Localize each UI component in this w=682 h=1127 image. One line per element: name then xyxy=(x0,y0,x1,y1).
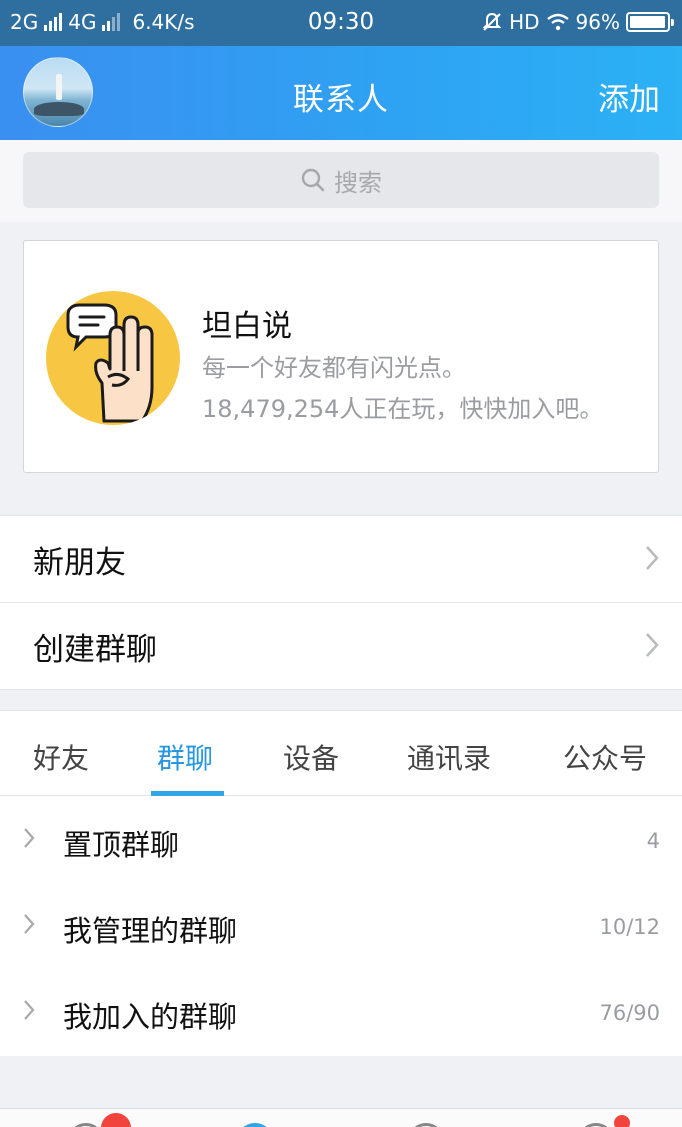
mute-bell-icon xyxy=(482,12,502,31)
page-title: 联系人 xyxy=(293,82,389,118)
tab-friends[interactable]: 好友 xyxy=(33,737,89,777)
chevron-right-icon xyxy=(646,546,659,570)
card-subtitle: 每一个好友都有闪光点。 xyxy=(202,354,466,382)
search-area: 搜索 xyxy=(0,140,682,222)
tab-groups[interactable]: 群聊 xyxy=(157,737,213,777)
chevron-right-icon xyxy=(646,633,659,657)
group-count: 10/12 xyxy=(599,915,660,939)
new-friends-row[interactable]: 新朋友 xyxy=(0,516,682,602)
unread-badge xyxy=(101,1113,131,1127)
group-label: 我加入的群聊 xyxy=(63,1000,238,1034)
contacts-icon[interactable] xyxy=(237,1123,273,1127)
group-list: 置顶群聊 4 我管理的群聊 10/12 我加入的群聊 76/90 xyxy=(0,796,682,1056)
wifi-icon xyxy=(546,13,569,31)
card-player-count: 18,479,254人正在玩，快快加入吧。 xyxy=(202,395,604,423)
new-friends-label: 新朋友 xyxy=(33,544,126,581)
chevron-right-icon xyxy=(24,1000,35,1020)
tab-address-book[interactable]: 通讯录 xyxy=(407,737,491,777)
status-bar: 2G 4G 6.4K/s 09:30 HD 96% xyxy=(0,0,682,46)
battery-percent: 96% xyxy=(575,10,620,34)
search-icon xyxy=(301,168,325,192)
list-item[interactable]: 置顶群聊 4 xyxy=(0,796,682,882)
add-button[interactable]: 添加 xyxy=(598,74,660,119)
group-label: 置顶群聊 xyxy=(63,828,180,862)
bottom-nav xyxy=(0,1108,682,1127)
create-group-label: 创建群聊 xyxy=(33,631,157,668)
hd-indicator: HD xyxy=(509,10,540,34)
card-title: 坦白说 xyxy=(202,309,292,344)
status-right: HD 96% xyxy=(481,10,674,34)
dot-badge xyxy=(614,1115,630,1127)
discover-icon[interactable] xyxy=(408,1123,444,1127)
chevron-right-icon xyxy=(24,828,35,848)
hand-speech-icon xyxy=(46,291,180,425)
group-label: 我管理的群聊 xyxy=(63,914,238,948)
search-input[interactable]: 搜索 xyxy=(23,152,659,208)
list-item[interactable]: 我管理的群聊 10/12 xyxy=(0,882,682,968)
tab-official-accounts[interactable]: 公众号 xyxy=(563,737,647,777)
group-count: 4 xyxy=(646,829,660,853)
contact-tabs: 好友 群聊 设备 通讯录 公众号 xyxy=(0,710,682,796)
chevron-right-icon xyxy=(24,914,35,934)
search-placeholder: 搜索 xyxy=(334,168,382,197)
dynamic-icon[interactable] xyxy=(578,1123,614,1127)
group-count: 76/90 xyxy=(599,1001,660,1025)
title-bar: 联系人 添加 xyxy=(0,46,682,140)
list-item[interactable]: 我加入的群聊 76/90 xyxy=(0,968,682,1054)
promo-card[interactable]: 坦白说 每一个好友都有闪光点。 18,479,254人正在玩，快快加入吧。 xyxy=(23,240,659,473)
battery-icon xyxy=(626,12,674,32)
divider xyxy=(0,689,682,690)
messages-icon[interactable] xyxy=(68,1123,104,1127)
tab-devices[interactable]: 设备 xyxy=(283,737,339,777)
create-group-row[interactable]: 创建群聊 xyxy=(0,603,682,689)
